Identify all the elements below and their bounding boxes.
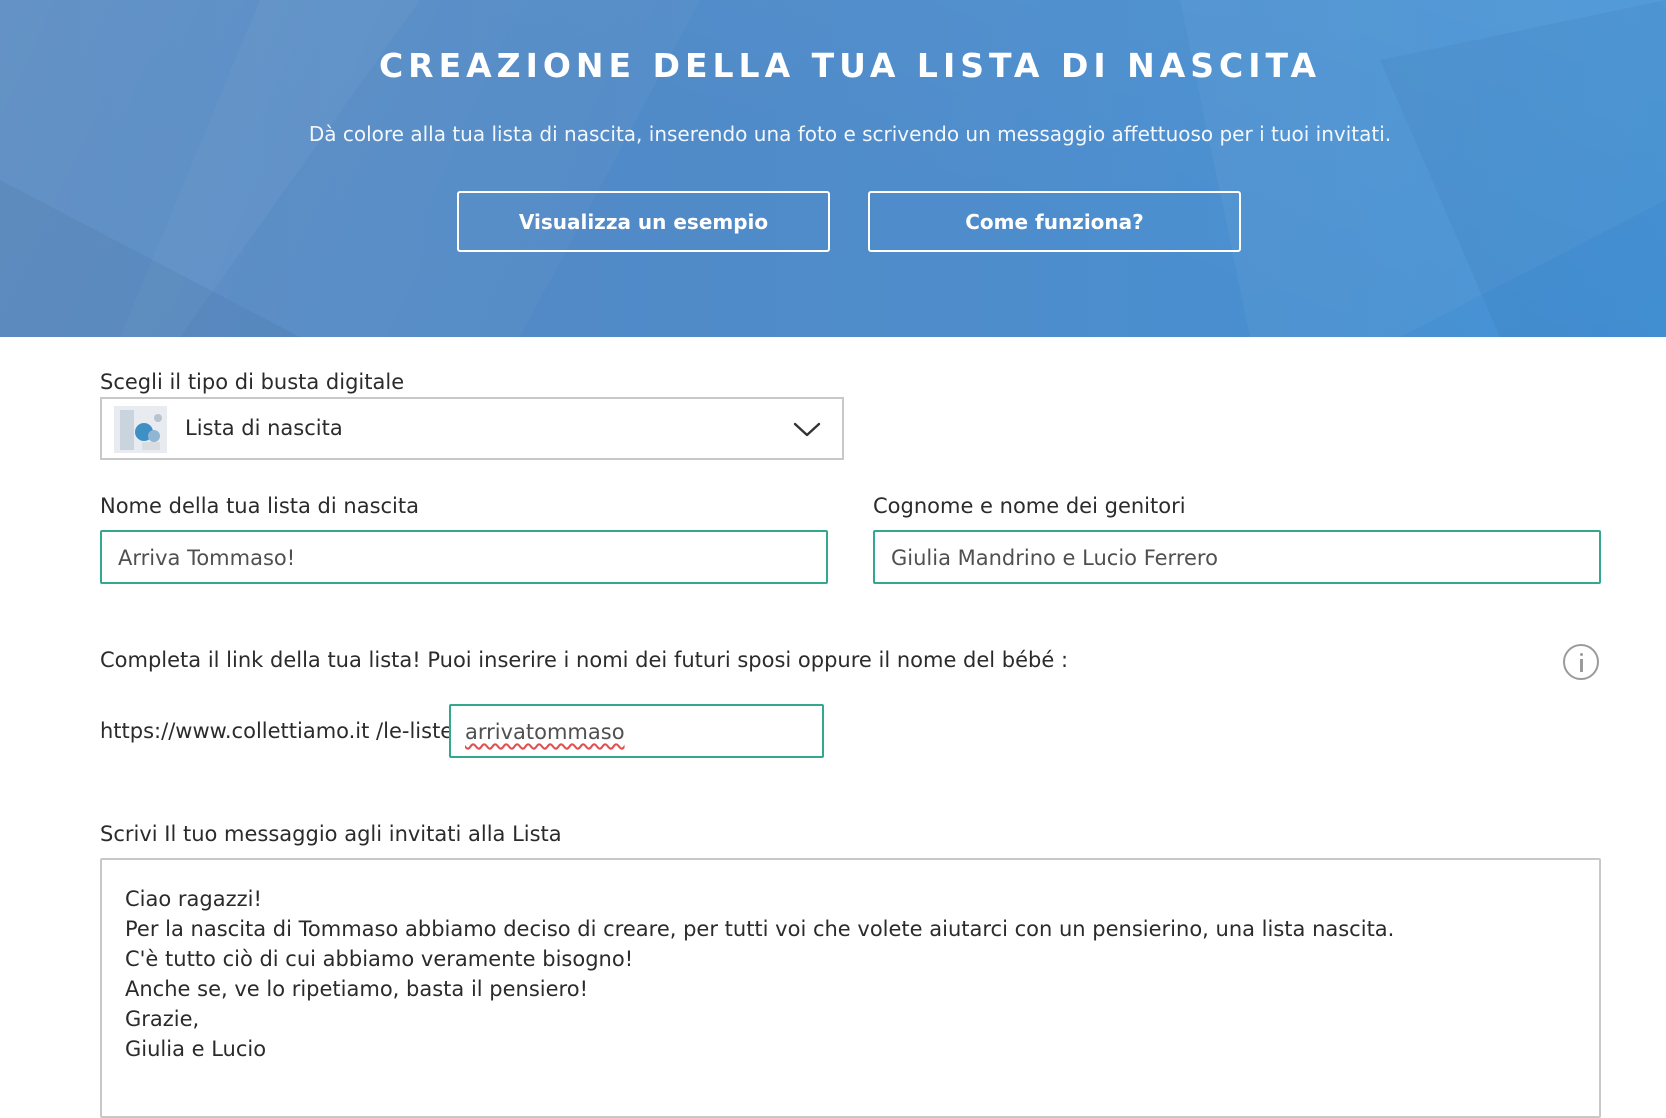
chevron-down-icon xyxy=(793,422,821,437)
view-example-button[interactable]: Visualizza un esempio xyxy=(457,191,830,252)
message-line: Anche se, ve lo ripetiamo, basta il pens… xyxy=(125,977,588,1001)
baby-list-thumbnail xyxy=(114,406,167,453)
message-label: Scrivi Il tuo messaggio agli invitati al… xyxy=(100,822,562,846)
envelope-type-label: Scegli il tipo di busta digitale xyxy=(100,370,405,394)
link-instruction-label: Completa il link della tua lista! Puoi i… xyxy=(100,648,1069,672)
page-subtitle: Dà colore alla tua lista di nascita, ins… xyxy=(308,122,1392,146)
envelope-type-select[interactable]: Lista di nascita xyxy=(100,397,844,460)
list-slug-input[interactable]: arrivatommaso xyxy=(449,704,824,758)
message-line: Giulia e Lucio xyxy=(125,1037,267,1061)
parents-name-label: Cognome e nome dei genitori xyxy=(873,494,1186,518)
page-title: CREAZIONE DELLA TUA LISTA DI NASCITA xyxy=(378,46,1322,85)
message-line: Ciao ragazzi! xyxy=(125,887,262,911)
list-name-label: Nome della tua lista di nascita xyxy=(100,494,419,518)
link-prefix-text: https://www.collettiamo.it /le-liste/ xyxy=(100,719,461,743)
message-line: Grazie, xyxy=(125,1007,200,1031)
list-name-input[interactable]: Arriva Tommaso! xyxy=(100,530,828,584)
info-icon[interactable] xyxy=(1563,644,1599,680)
envelope-type-value: Lista di nascita xyxy=(185,416,343,440)
list-slug-value: arrivatommaso xyxy=(465,720,625,744)
hero-banner: CREAZIONE DELLA TUA LISTA DI NASCITA Dà … xyxy=(0,0,1666,337)
message-textarea[interactable]: Ciao ragazzi! Per la nascita di Tommaso … xyxy=(100,858,1601,1118)
how-it-works-button[interactable]: Come funziona? xyxy=(868,191,1241,252)
message-line: C'è tutto ciò di cui abbiamo veramente b… xyxy=(125,947,634,971)
parents-name-input[interactable]: Giulia Mandrino e Lucio Ferrero xyxy=(873,530,1601,584)
message-line: Per la nascita di Tommaso abbiamo deciso… xyxy=(125,917,1395,941)
